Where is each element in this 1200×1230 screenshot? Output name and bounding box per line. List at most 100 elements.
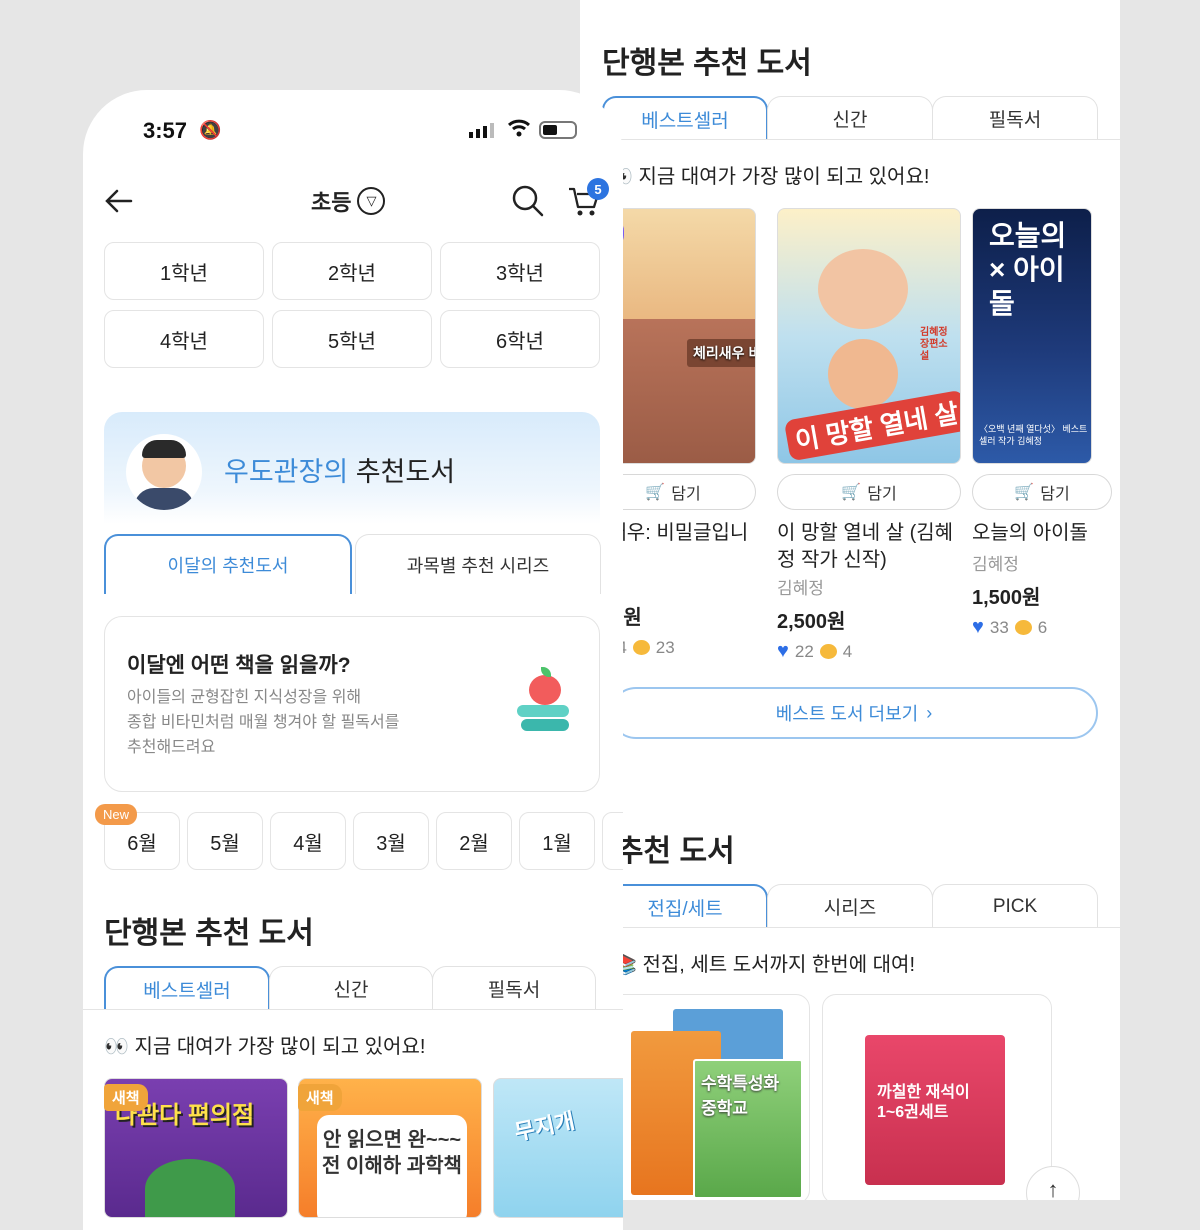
wifi-icon xyxy=(507,118,531,144)
bestseller-subtitle: 👀 지금 대여가 가장 많이 되고 있어요! xyxy=(104,1030,425,1059)
book-author: 김혜정 xyxy=(972,555,1019,574)
series-subtitle: 📚 전집, 세트 도서까지 한번에 대여! xyxy=(612,948,915,977)
cover-tag: 〈오백 년째 열다섯〉 베스트셀러 작가 김혜정 xyxy=(979,424,1088,446)
tab-pick[interactable]: PICK xyxy=(932,884,1098,928)
monthly-card-title: 이달엔 어떤 책을 읽을까? xyxy=(127,654,351,677)
tab-bestseller[interactable]: 베스트셀러 xyxy=(602,96,768,140)
desc-line: 종합 비타민처럼 매월 챙겨야 할 필독서를 xyxy=(127,714,400,731)
book-cover: 수학특성화 중학교 xyxy=(693,1059,803,1199)
comment-icon xyxy=(1014,620,1032,635)
desc-line: 아이들의 균형잡힌 지식성장을 위해 xyxy=(127,689,362,706)
cart-label: 담기 xyxy=(671,486,701,503)
tab-must-read[interactable]: 필독서 xyxy=(432,966,596,1010)
illustration-character xyxy=(145,1159,235,1217)
tab-divider xyxy=(83,1009,623,1010)
grade-button-4[interactable]: 4학년 xyxy=(104,310,264,368)
section-title-single: 단행본 추천 도서 xyxy=(602,47,812,80)
more-label: 베스트 도서 더보기 xyxy=(775,704,919,724)
add-to-cart-button[interactable]: 🛒 담기 xyxy=(777,474,961,510)
like-count: 22 xyxy=(794,641,814,661)
single-tabs: 베스트셀러 신간 필독서 xyxy=(602,96,1098,140)
heart-icon: ♥ xyxy=(777,640,789,662)
header-title: 초등 xyxy=(311,190,352,215)
month-button-2[interactable]: 2월 xyxy=(436,812,512,870)
right-panel: 단행본 추천 도서 베스트셀러 신간 필독서 👀 지금 대여가 가장 많이 되고… xyxy=(580,0,1120,1200)
avatar xyxy=(126,434,202,510)
tab-new[interactable]: 신간 xyxy=(767,96,933,140)
month-button-1[interactable]: 1월 xyxy=(519,812,595,870)
grade-button-3[interactable]: 3학년 xyxy=(440,242,600,300)
status-time: 3:57 xyxy=(143,118,188,143)
tab-set[interactable]: 전집/세트 xyxy=(602,884,768,928)
month-button-3[interactable]: 3월 xyxy=(353,812,429,870)
cover-title: 안 읽으면 완~~~전 이해하 과학책 xyxy=(317,1115,467,1217)
cover-title: 체리새우 비밀글입니다 xyxy=(687,339,755,367)
apple-shape xyxy=(529,675,561,705)
cart-plus-icon: 🛒 xyxy=(841,484,862,501)
new-book-badge: 새책 xyxy=(298,1084,342,1111)
cart-label: 담기 xyxy=(867,486,897,503)
grade-button-5[interactable]: 5학년 xyxy=(272,310,432,368)
cover-tag: 김혜정 장편소설 xyxy=(920,327,948,362)
comment-count: 6 xyxy=(1037,617,1048,637)
cart-plus-icon: 🛒 xyxy=(1014,484,1035,501)
tab-bestseller[interactable]: 베스트셀러 xyxy=(104,966,270,1010)
curator-suffix: 추천도서 xyxy=(348,457,456,487)
book-title[interactable]: 오늘의 아이돌 xyxy=(972,520,1120,547)
tab-subject-series[interactable]: 과목별 추천 시리즈 xyxy=(355,534,601,594)
tab-must-read[interactable]: 필독서 xyxy=(932,96,1098,140)
section-title-single: 단행본 추천 도서 xyxy=(104,917,314,950)
cart-plus-icon: 🛒 xyxy=(645,484,666,501)
book-author: 김혜정 xyxy=(777,579,824,598)
grade-button-2[interactable]: 2학년 xyxy=(272,242,432,300)
grade-button-6[interactable]: 6학년 xyxy=(440,310,600,368)
book-cover[interactable]: 무지개 xyxy=(493,1078,623,1218)
box-set-cover: 까칠한 재석이 1~6권세트 xyxy=(865,1035,1005,1185)
eyes-icon: 👀 xyxy=(104,1036,129,1058)
month-button-4[interactable]: 4월 xyxy=(270,812,346,870)
cover-title: 까칠한 재석이 1~6권세트 xyxy=(877,1084,970,1121)
curator-banner: 우도관장의 추천도서 xyxy=(104,412,600,524)
battery-icon xyxy=(539,121,577,139)
bell-off-icon: 🔕 xyxy=(199,120,222,140)
back-arrow-icon[interactable] xyxy=(103,186,135,216)
phone-screen: 3:57 🔕 초등 ▽ 5 1학년 2학년 3학년 4학년 5학년 6학년 우도… xyxy=(83,90,623,1230)
book-shape xyxy=(521,719,569,731)
school-level-dropdown[interactable]: 초등 ▽ xyxy=(311,185,386,217)
tab-monthly[interactable]: 이달의 추천도서 xyxy=(104,534,352,594)
book-shape xyxy=(517,705,569,717)
month-button-5[interactable]: 5월 xyxy=(187,812,263,870)
new-badge: New xyxy=(95,804,138,825)
book-title[interactable]: 이 망할 열네 살 (김혜정 작가 신작) xyxy=(777,520,957,574)
curator-name: 우도관장의 xyxy=(224,457,349,487)
cover-title: 수학특성화 중학교 xyxy=(701,1074,780,1118)
illustration-character xyxy=(828,339,898,409)
illustration-character xyxy=(818,249,908,329)
book-price: 1,500원 xyxy=(972,587,1041,609)
tab-new[interactable]: 신간 xyxy=(269,966,433,1010)
search-icon[interactable] xyxy=(511,184,545,223)
apple-books-icon xyxy=(513,667,573,737)
set-card[interactable]: 까칠한 재석이 1~6권세트 xyxy=(822,994,1052,1200)
comment-count: 4 xyxy=(842,641,853,661)
comment-icon xyxy=(632,640,650,655)
curator-title: 우도관장의 추천도서 xyxy=(224,450,455,489)
tab-series[interactable]: 시리즈 xyxy=(767,884,933,928)
book-stats: ♥ 33 6 xyxy=(972,616,1047,639)
grade-button-1[interactable]: 1학년 xyxy=(104,242,264,300)
add-to-cart-button[interactable]: 🛒 담기 xyxy=(972,474,1112,510)
monthly-card: 이달엔 어떤 책을 읽을까? 아이들의 균형잡힌 지식성장을 위해 종합 비타민… xyxy=(104,616,600,792)
tab-divider xyxy=(580,139,1120,140)
book-price: 2,500원 xyxy=(777,611,846,633)
single-tabs: 베스트셀러 신간 필독서 xyxy=(104,966,596,1010)
month-button-more[interactable] xyxy=(602,812,623,870)
cover-title: 무지개 xyxy=(512,1107,577,1146)
like-count: 33 xyxy=(989,617,1009,637)
book-cover[interactable]: 오늘의 × 아이돌 〈오백 년째 열다섯〉 베스트셀러 작가 김혜정 xyxy=(972,208,1092,464)
book-cover[interactable]: 김혜정 장편소설 이 망할 열네 살 xyxy=(777,208,961,464)
desc-line: 추천해드려요 xyxy=(127,739,216,756)
comment-icon xyxy=(819,644,837,659)
subtitle-text: 지금 대여가 가장 많이 되고 있어요! xyxy=(134,1036,426,1058)
more-bestseller-button[interactable]: 베스트 도서 더보기 › xyxy=(610,687,1098,739)
tab-divider xyxy=(580,927,1120,928)
